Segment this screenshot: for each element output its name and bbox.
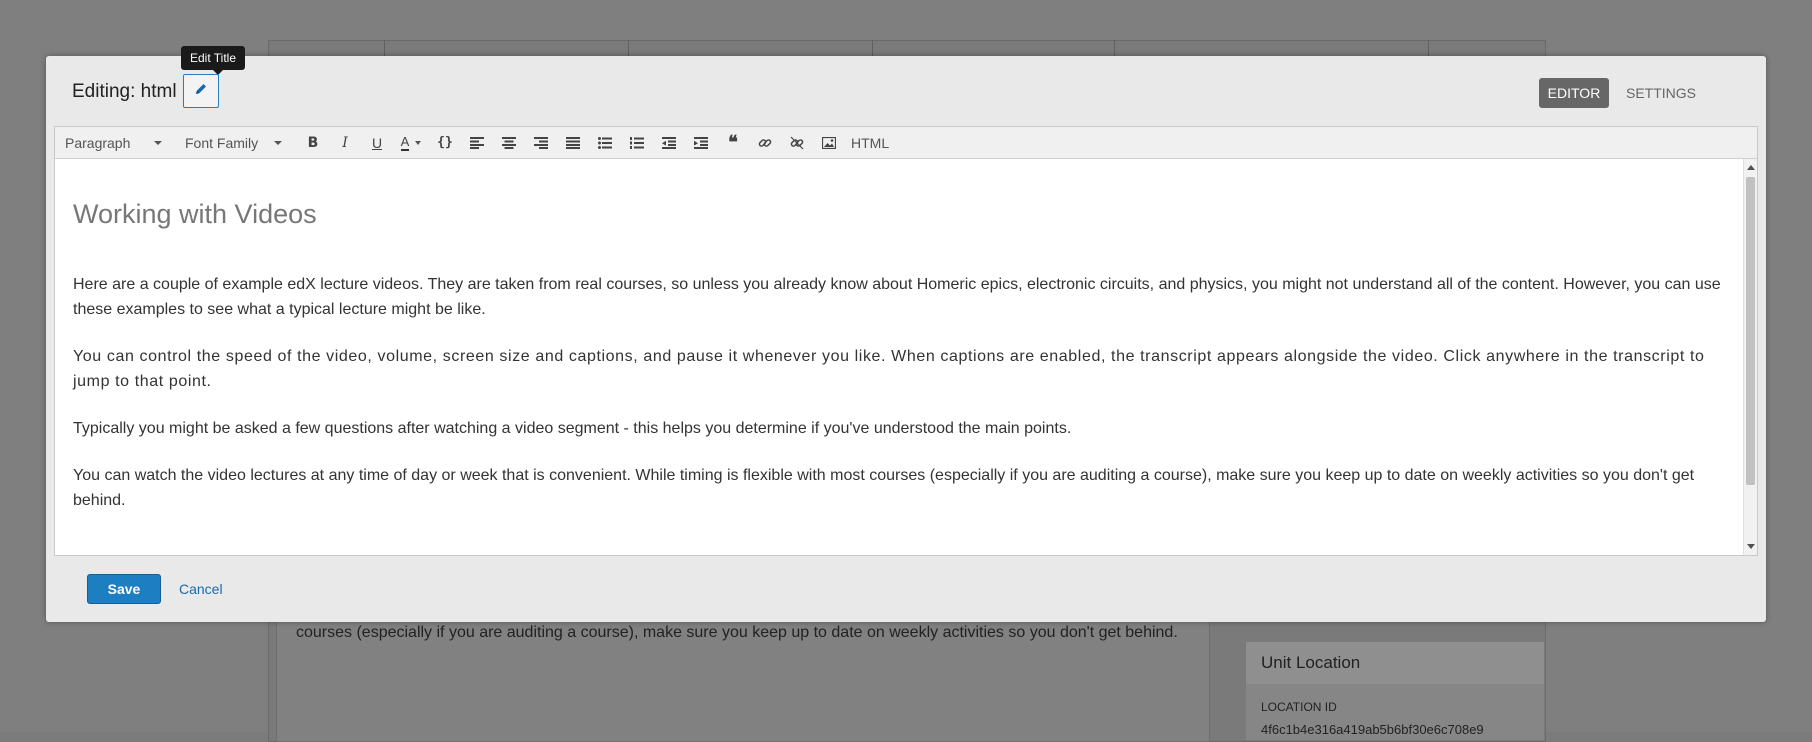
content-paragraph: You can watch the video lectures at any … [73, 467, 1695, 509]
html-source-button[interactable]: HTML [851, 135, 889, 151]
bullet-list-button[interactable] [589, 127, 621, 159]
modal-title: Editing: html [72, 81, 177, 102]
font-family-select-label: Font Family [185, 134, 259, 151]
indent-icon [694, 136, 708, 149]
font-family-select[interactable]: Font Family [185, 127, 297, 159]
code-button[interactable]: {} [429, 127, 461, 159]
align-justify-button[interactable] [557, 127, 589, 159]
align-left-icon [470, 136, 484, 149]
italic-icon: I [342, 134, 348, 151]
format-select-label: Paragraph [65, 134, 131, 151]
blockquote-button[interactable]: ❝ [717, 127, 749, 159]
image-icon [822, 136, 836, 149]
save-button[interactable]: Save [87, 574, 161, 604]
editor-scrollbar[interactable] [1743, 159, 1757, 555]
underline-button[interactable]: U [361, 127, 393, 159]
align-right-icon [534, 136, 548, 149]
align-right-button[interactable] [525, 127, 557, 159]
edit-title-tooltip: Edit Title [181, 46, 246, 75]
numbered-list-button[interactable] [621, 127, 653, 159]
align-center-button[interactable] [493, 127, 525, 159]
rich-text-editor: Paragraph Font Family B I U A {} ❝ HTML … [54, 126, 1758, 556]
underline-icon: U [371, 134, 383, 151]
bold-button[interactable]: B [297, 127, 329, 159]
indent-button[interactable] [685, 127, 717, 159]
edit-title-button[interactable] [183, 74, 219, 108]
unlink-icon [790, 136, 804, 149]
background-paragraph: courses (especially if you are auditing … [296, 624, 1178, 641]
content-paragraph: Typically you might be asked a few quest… [73, 420, 1072, 437]
editor-content[interactable]: Working with Videos Here are a couple of… [55, 159, 1743, 555]
numbered-list-icon [630, 136, 644, 149]
align-center-icon [502, 136, 516, 149]
text-color-button[interactable]: A [393, 127, 429, 159]
scroll-thumb[interactable] [1746, 177, 1755, 485]
scroll-down-icon[interactable] [1747, 544, 1755, 549]
content-heading: Working with Videos [73, 199, 317, 229]
pencil-icon [194, 82, 208, 101]
content-paragraph: Here are a couple of example edX lecture… [73, 276, 1721, 318]
edit-modal: Editing: html Edit Title EDITOR SETTINGS… [46, 46, 1766, 622]
unlink-button[interactable] [781, 127, 813, 159]
location-id-value: 4f6c1b4e316a419ab5b6bf30e6c708e9 [1261, 722, 1484, 737]
link-icon [758, 138, 772, 147]
outdent-icon [662, 136, 676, 149]
cancel-button[interactable]: Cancel [179, 581, 223, 597]
tab-settings[interactable]: SETTINGS [1621, 78, 1701, 108]
align-justify-icon [566, 136, 580, 149]
content-paragraph: You can control the speed of the video, … [73, 348, 1705, 390]
chevron-down-icon [274, 140, 283, 145]
blockquote-icon: ❝ [728, 132, 738, 153]
italic-button[interactable]: I [329, 127, 361, 159]
text-color-icon: A [400, 133, 410, 151]
bullet-list-icon [598, 136, 612, 149]
format-select[interactable]: Paragraph [65, 127, 175, 159]
image-button[interactable] [813, 127, 845, 159]
link-button[interactable] [749, 127, 781, 159]
code-icon: {} [437, 135, 453, 150]
chevron-down-icon [154, 140, 163, 145]
align-left-button[interactable] [461, 127, 493, 159]
location-id-label: LOCATION ID [1261, 700, 1337, 714]
bold-icon: B [307, 134, 319, 151]
editor-toolbar: Paragraph Font Family B I U A {} ❝ HTML [55, 127, 1757, 159]
unit-location-title: Unit Location [1246, 642, 1544, 684]
tab-editor[interactable]: EDITOR [1539, 78, 1609, 108]
scroll-up-icon[interactable] [1747, 165, 1755, 170]
outdent-button[interactable] [653, 127, 685, 159]
